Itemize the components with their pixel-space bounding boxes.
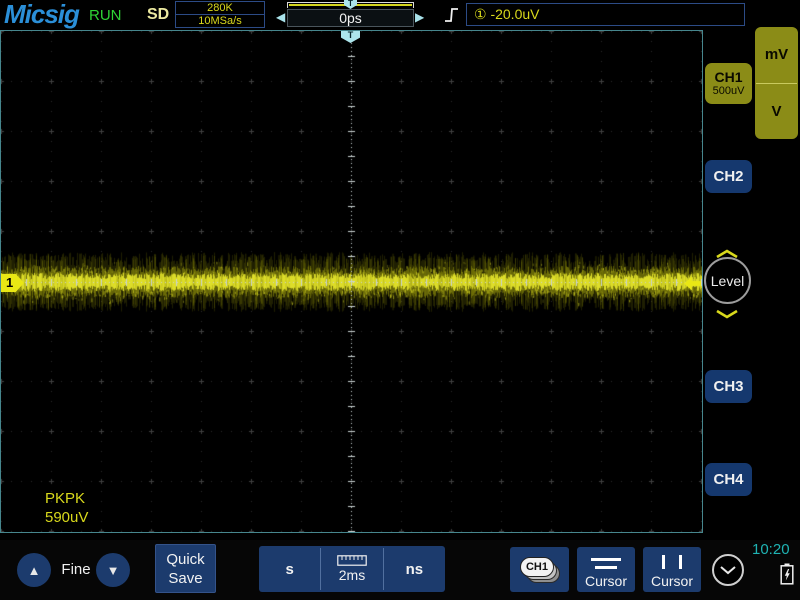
timebase-faster-button[interactable]: ns — [384, 546, 445, 592]
unit-mv-button[interactable]: mV — [755, 27, 798, 83]
quick-save-line1: Quick — [156, 550, 215, 569]
unit-v-button[interactable]: V — [755, 84, 798, 140]
channel1-scale: 500uV — [713, 85, 745, 98]
timebase-group: s 2ms ns — [259, 546, 445, 592]
run-status[interactable]: RUN — [89, 7, 122, 24]
active-channel-button[interactable]: CH1 — [510, 547, 569, 592]
horizontal-cursor-icon — [591, 558, 621, 561]
channel4-button[interactable]: CH4 — [705, 463, 752, 496]
channel3-button[interactable]: CH3 — [705, 370, 752, 403]
clock: 10:20 — [752, 541, 790, 558]
channel-stack-front: CH1 — [520, 557, 554, 577]
sample-rate[interactable]: 10MSa/s — [175, 14, 265, 28]
timebase-slower-button[interactable]: s — [259, 546, 320, 592]
collapse-menu-button[interactable] — [712, 554, 744, 586]
cursor-v-label: Cursor — [651, 573, 693, 589]
pan-left-icon[interactable]: ◀ — [276, 11, 285, 23]
pan-right-icon[interactable]: ▶ — [415, 11, 424, 23]
timebase-value: 2ms — [339, 567, 365, 583]
vertical-cursor-button[interactable]: Cursor — [643, 547, 701, 592]
measurement-value: 590uV — [45, 508, 88, 527]
waveform-canvas[interactable] — [1, 31, 702, 532]
horizontal-cursor-button[interactable]: Cursor — [577, 547, 635, 592]
horizontal-cursor-icon — [595, 566, 617, 569]
vertical-unit-selector: mV V — [755, 27, 798, 139]
memory-depth[interactable]: 280K — [175, 1, 265, 15]
trigger-level-readout[interactable]: ① -20.0uV — [466, 3, 745, 26]
up-triangle-icon: ▲ — [28, 563, 41, 578]
vertical-cursor-icon — [662, 555, 682, 569]
quick-save-button[interactable]: Quick Save — [155, 544, 216, 593]
battery-charging-icon — [779, 563, 795, 585]
waveform-display-area[interactable]: T 1 PKPK 590uV — [0, 30, 703, 533]
fine-mode-label[interactable]: Fine — [56, 561, 96, 578]
horizontal-position-value[interactable]: 0ps — [287, 9, 414, 27]
channel1-button[interactable]: CH1 500uV — [705, 63, 752, 104]
trigger-level-knob[interactable]: Level — [704, 257, 751, 304]
cursor-h-label: Cursor — [585, 573, 627, 589]
channel2-button[interactable]: CH2 — [705, 160, 752, 193]
chevron-down-icon — [719, 565, 737, 575]
timebase-value-button[interactable]: 2ms — [321, 546, 382, 592]
measurement-readout: PKPK 590uV — [45, 489, 88, 527]
ruler-icon — [337, 555, 367, 566]
channel1-label: CH1 — [714, 69, 742, 85]
trigger-slope-rising-icon[interactable] — [443, 5, 461, 25]
oscilloscope-screen: Micsig RUN SD 280K 10MSa/s ◀ T 0ps ▶ ① -… — [0, 0, 800, 600]
bottom-toolbar: ▲ Fine ▼ Quick Save s 2ms — [0, 540, 800, 600]
sd-card-indicator: SD — [147, 6, 169, 24]
level-down-chevron-icon[interactable] — [714, 309, 740, 319]
quick-save-line2: Save — [156, 569, 215, 588]
measurement-label: PKPK — [45, 489, 88, 508]
down-triangle-icon: ▼ — [107, 563, 120, 578]
brand-logo: Micsig — [4, 0, 79, 30]
adjust-down-button[interactable]: ▼ — [96, 553, 130, 587]
adjust-up-button[interactable]: ▲ — [17, 553, 51, 587]
